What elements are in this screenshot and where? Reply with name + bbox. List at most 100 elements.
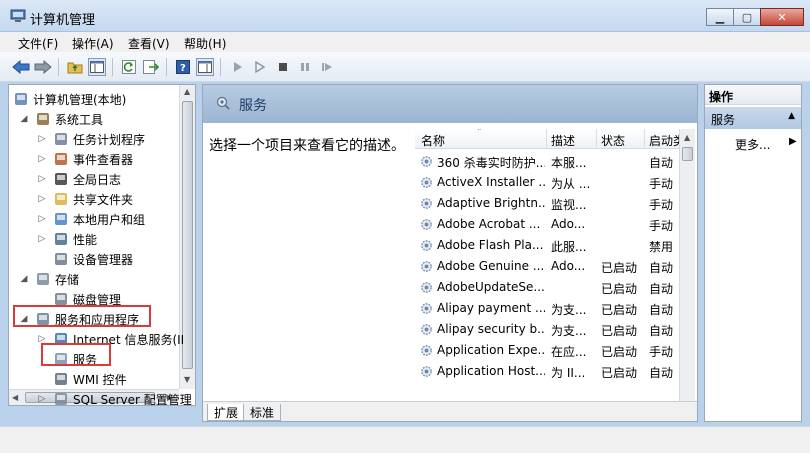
collapse-arrow-icon[interactable]: ◢ <box>19 274 29 284</box>
menu-file[interactable]: 文件(F) <box>18 35 58 52</box>
refresh-button[interactable] <box>120 58 138 76</box>
service-row[interactable]: ActiveX Installer ... 为从 ... 手动 <box>415 172 683 193</box>
expand-icon[interactable]: ▷ <box>37 134 47 144</box>
pause-service-button[interactable] <box>296 58 314 76</box>
service-row[interactable]: Alipay payment ... 为支... 已启动 自动 <box>415 298 683 319</box>
tree-item[interactable]: ▷ 全局日志 <box>37 169 121 189</box>
service-name: 360 杀毒实时防护... <box>437 156 545 170</box>
service-name: Alipay payment ... <box>437 301 545 315</box>
show-hide-tree-button[interactable] <box>88 58 106 76</box>
title-bar: 计算机管理 ▁ ▢ ✕ <box>0 0 810 32</box>
log-icon <box>53 171 69 187</box>
service-description: 为支... <box>551 324 587 338</box>
menu-help[interactable]: 帮助(H) <box>184 35 226 52</box>
service-gear-icon <box>421 282 432 293</box>
tree-item[interactable]: ▷ 性能 <box>37 229 97 249</box>
highlight-services <box>41 343 111 366</box>
service-description: 为 II... <box>551 366 586 380</box>
performance-icon <box>53 231 69 247</box>
help-button[interactable]: ? <box>174 58 192 76</box>
close-button[interactable]: ✕ <box>760 8 804 26</box>
service-row[interactable]: 360 杀毒实时防护... 本服... 自动 <box>415 151 683 172</box>
restart-icon <box>322 63 332 71</box>
tree-item[interactable]: ▷ SQL Server 配置管理 <box>37 389 192 405</box>
restart-service-button[interactable] <box>318 58 336 76</box>
menu-bar: 文件(F) 操作(A) 查看(V) 帮助(H) <box>0 32 810 52</box>
stop-service-button[interactable] <box>274 58 292 76</box>
tree-item[interactable]: ▷ 本地用户和组 <box>37 209 145 229</box>
show-action-pane-button[interactable] <box>196 58 214 76</box>
menu-action[interactable]: 操作(A) <box>72 35 114 52</box>
expand-icon[interactable]: ▷ <box>37 214 47 224</box>
tree-item[interactable]: 计算机管理(本地) <box>13 89 126 109</box>
column-startup-type[interactable]: 启动类 <box>649 132 683 149</box>
service-startup-type: 手动 <box>649 177 674 191</box>
tree-item[interactable]: ▷ 事件查看器 <box>37 149 133 169</box>
export-list-button[interactable] <box>142 58 160 76</box>
tree-item[interactable]: ▷ 任务计划程序 <box>37 129 145 149</box>
service-gear-icon <box>421 177 432 188</box>
service-row[interactable]: Adobe Flash Pla... 此服... 禁用 <box>415 235 683 256</box>
tab-extended[interactable]: 扩展 <box>207 404 246 421</box>
up-folder-button[interactable] <box>66 58 84 76</box>
actions-section-services[interactable]: 服务 ▲ <box>705 107 801 129</box>
expand-icon[interactable]: ▷ <box>37 174 47 184</box>
minimize-button[interactable]: ▁ <box>706 8 734 26</box>
service-gear-icon <box>421 240 432 251</box>
service-name: Application Expe... <box>437 343 545 357</box>
tree-item[interactable]: WMI 控件 <box>37 369 127 389</box>
service-row[interactable]: AdobeUpdateSe... 已启动 自动 <box>415 277 683 298</box>
service-row[interactable]: Adobe Acrobat ... Ado... 手动 <box>415 214 683 235</box>
column-name[interactable]: 名称 <box>421 132 445 149</box>
service-row[interactable]: Adobe Genuine ... Ado... 已启动 自动 <box>415 256 683 277</box>
expand-icon[interactable]: ▷ <box>37 194 47 204</box>
service-status: 已启动 <box>601 366 638 380</box>
more-actions-link[interactable]: 更多... <box>735 136 770 153</box>
highlight-services-apps <box>13 305 151 327</box>
list-scroll-thumb[interactable] <box>682 147 693 161</box>
forward-button[interactable] <box>34 58 52 76</box>
column-status[interactable]: 状态 <box>601 132 625 149</box>
service-row[interactable]: Alipay security b... 为支... 已启动 自动 <box>415 319 683 340</box>
back-button[interactable] <box>12 58 30 76</box>
service-row[interactable]: Application Expe... 在应... 已启动 手动 <box>415 340 683 361</box>
service-status: 已启动 <box>601 324 638 338</box>
tab-standard[interactable]: 标准 <box>243 404 282 421</box>
column-description[interactable]: 描述 <box>551 132 575 149</box>
service-startup-type: 自动 <box>649 156 674 170</box>
service-startup-type: 禁用 <box>649 240 674 254</box>
scroll-up-icon: ▲ <box>184 87 191 96</box>
computer-management-icon <box>10 9 26 22</box>
collapse-arrow-icon[interactable]: ◢ <box>19 114 29 124</box>
services-pane: 服务 选择一个项目来查看它的描述。 名称 ˄ 描述 状态 启动类 ▲ 360 杀… <box>202 84 698 422</box>
service-gear-icon <box>421 156 432 167</box>
service-description: 为从 ... <box>551 177 591 191</box>
expand-icon[interactable]: ▷ <box>37 394 47 404</box>
service-name: AdobeUpdateSe... <box>437 280 545 294</box>
tree-item[interactable]: 设备管理器 <box>37 249 133 269</box>
expand-icon[interactable]: ▷ <box>37 234 47 244</box>
menu-view[interactable]: 查看(V) <box>128 35 170 52</box>
service-row[interactable]: Application Host... 为 II... 已启动 自动 <box>415 361 683 382</box>
tree-item[interactable]: ◢ 存储 <box>19 269 79 289</box>
start-service-alt-button[interactable] <box>250 58 268 76</box>
start-service-button[interactable] <box>228 58 246 76</box>
list-scroll-up-icon: ▲ <box>684 133 691 142</box>
storage-icon <box>35 271 51 287</box>
service-name: ActiveX Installer ... <box>437 175 545 189</box>
actions-pane: 操作 服务 ▲ 更多... ▶ <box>704 84 802 422</box>
stop-icon <box>279 63 287 71</box>
expand-icon[interactable]: ▷ <box>37 154 47 164</box>
play-outline-icon <box>255 61 265 73</box>
up-folder-icon <box>67 62 83 74</box>
maximize-button[interactable]: ▢ <box>733 8 761 26</box>
close-icon: ✕ <box>777 10 787 24</box>
tree-item-label: 系统工具 <box>55 112 104 127</box>
service-row[interactable]: Adaptive Brightn... 监视... 手动 <box>415 193 683 214</box>
actions-section-label: 服务 <box>711 113 736 127</box>
tree-item[interactable]: ▷ 共享文件夹 <box>37 189 133 209</box>
service-status: 已启动 <box>601 282 638 296</box>
tree-item[interactable]: ◢ 系统工具 <box>19 109 103 129</box>
window-title: 计算机管理 <box>30 13 96 28</box>
service-startup-type: 自动 <box>649 282 674 296</box>
